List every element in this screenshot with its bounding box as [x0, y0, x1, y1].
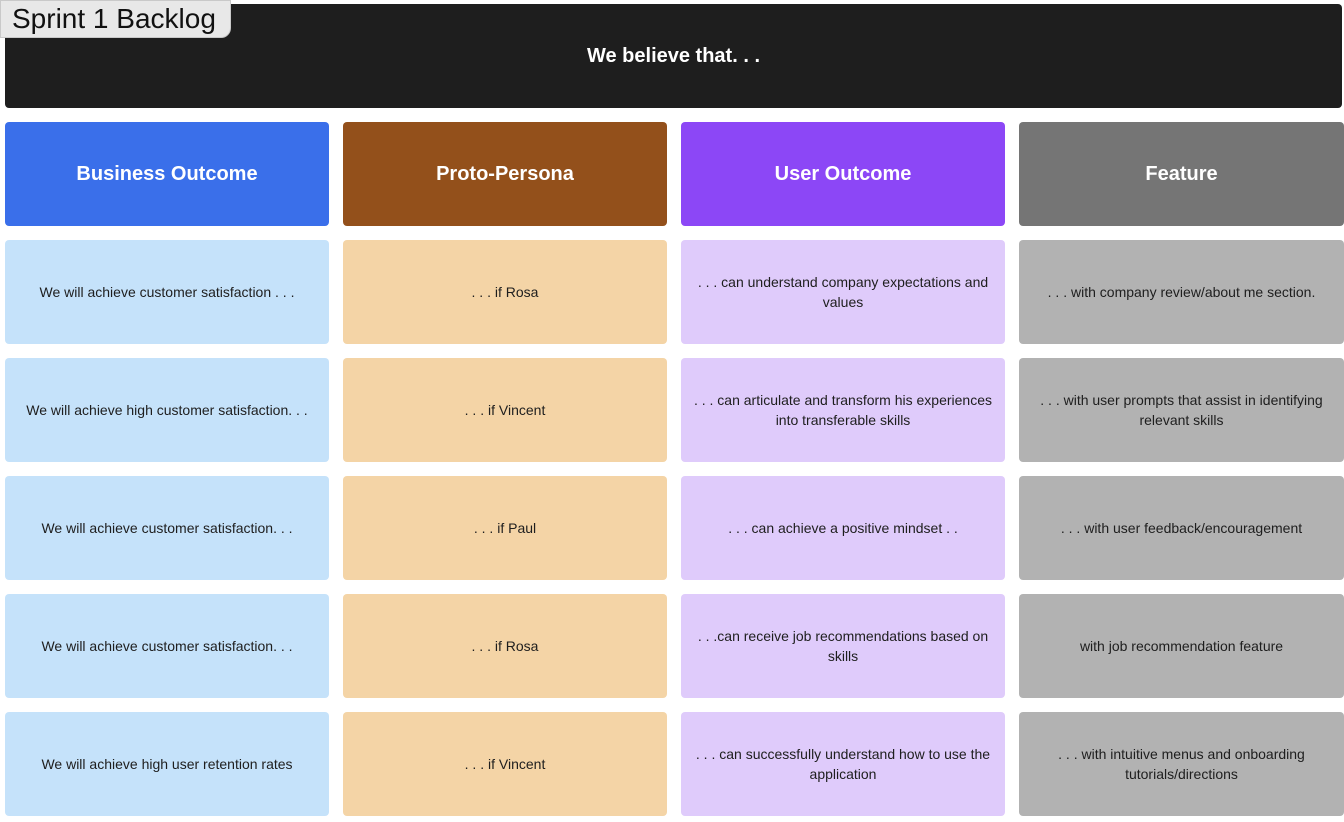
user-outcome-card[interactable]: . . . can understand company expectation… [681, 240, 1005, 344]
header-user-outcome[interactable]: User Outcome [681, 122, 1005, 226]
feature-card[interactable]: . . . with user feedback/encouragement [1019, 476, 1344, 580]
business-outcome-card[interactable]: We will achieve customer satisfaction. .… [5, 476, 329, 580]
header-proto-persona[interactable]: Proto-Persona [343, 122, 667, 226]
feature-card[interactable]: . . . with company review/about me secti… [1019, 240, 1344, 344]
user-outcome-card[interactable]: . . . can articulate and transform his e… [681, 358, 1005, 462]
user-outcome-card[interactable]: . . . can achieve a positive mindset . . [681, 476, 1005, 580]
proto-persona-card[interactable]: . . . if Rosa [343, 240, 667, 344]
proto-persona-card[interactable]: . . . if Vincent [343, 358, 667, 462]
proto-persona-card[interactable]: . . . if Rosa [343, 594, 667, 698]
proto-persona-card[interactable]: . . . if Paul [343, 476, 667, 580]
user-outcome-card[interactable]: . . .can receive job recommendations bas… [681, 594, 1005, 698]
banner-text: We believe that. . . [586, 44, 761, 67]
feature-card[interactable]: . . . with user prompts that assist in i… [1019, 358, 1344, 462]
feature-card[interactable]: . . . with intuitive menus and onboardin… [1019, 712, 1344, 816]
header-feature[interactable]: Feature [1019, 122, 1344, 226]
user-outcome-card[interactable]: . . . can successfully understand how to… [681, 712, 1005, 816]
business-outcome-card[interactable]: We will achieve high customer satisfacti… [5, 358, 329, 462]
hypothesis-grid: Business Outcome Proto-Persona User Outc… [5, 122, 1344, 816]
proto-persona-card[interactable]: . . . if Vincent [343, 712, 667, 816]
business-outcome-card[interactable]: We will achieve high user retention rate… [5, 712, 329, 816]
frame-title[interactable]: Sprint 1 Backlog [0, 0, 231, 38]
business-outcome-card[interactable]: We will achieve customer satisfaction . … [5, 240, 329, 344]
feature-card[interactable]: with job recommendation feature [1019, 594, 1344, 698]
business-outcome-card[interactable]: We will achieve customer satisfaction. .… [5, 594, 329, 698]
header-business-outcome[interactable]: Business Outcome [5, 122, 329, 226]
